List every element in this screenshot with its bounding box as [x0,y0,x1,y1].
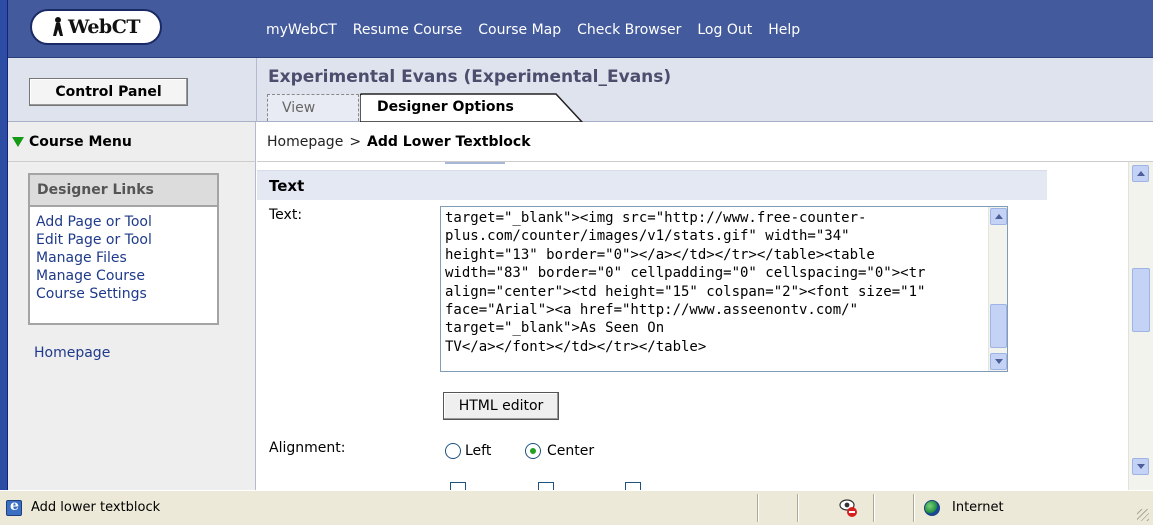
nav-log-out[interactable]: Log Out [697,22,752,38]
section-title: Text [257,170,1047,200]
nav-resume-course[interactable]: Resume Course [353,22,462,38]
status-divider [913,494,915,522]
course-menu-label: Course Menu [29,133,132,150]
chevron-down-icon [994,359,1003,364]
breadcrumb: Homepage > Add Lower Textblock [257,122,1153,162]
radio-left-label: Left [465,443,492,459]
textarea-content: target="_blank"><img src="http://www.fre… [445,210,926,355]
left-sidebar: Designer Links Add Page or Tool Edit Pag… [8,162,256,490]
webct-logo[interactable]: WebCT [30,9,162,45]
ie-page-icon [6,498,22,516]
breadcrumb-home[interactable]: Homepage [267,134,343,150]
link-course-settings[interactable]: Course Settings [36,285,211,303]
text-label: Text: [269,207,303,223]
tab-view-label: View [282,100,316,116]
link-add-page-or-tool[interactable]: Add Page or Tool [36,213,211,231]
page-scroll-thumb[interactable] [1132,268,1150,332]
nav-check-browser[interactable]: Check Browser [577,22,681,38]
course-title: Experimental Evans (Experimental_Evans) [268,67,672,87]
alignment-label: Alignment: [269,440,346,456]
top-nav: myWebCT Resume Course Course Map Check B… [266,22,800,38]
top-bar: WebCT myWebCT Resume Course Course Map C… [8,0,1153,58]
main-content: Text Text: target="_blank"><img src="htt… [257,162,1128,490]
chevron-up-icon [1136,171,1145,176]
page-scroll-down-button[interactable] [1132,458,1149,475]
tab-designer-label: Designer Options [377,99,514,115]
logo-text: WebCT [68,16,140,38]
chevron-down-icon [1136,464,1145,469]
nav-mywebct[interactable]: myWebCT [266,22,337,38]
header-divider [256,58,257,122]
breadcrumb-separator: > [349,133,362,150]
internet-zone-icon [924,500,940,516]
tab-designer-options[interactable]: Designer Options [360,93,584,122]
course-header: Control Panel Experimental Evans (Experi… [8,58,1153,122]
checkbox-partial[interactable] [450,482,466,490]
privacy-blocked-icon[interactable] [837,497,859,519]
designer-links-list: Add Page or Tool Edit Page or Tool Manag… [30,207,217,303]
logo-figure-icon [52,17,64,37]
status-text: Add lower textblock [31,500,161,515]
textarea-scroll-thumb[interactable] [990,304,1007,348]
text-textarea[interactable]: target="_blank"><img src="http://www.fre… [440,206,1008,372]
checkbox-partial[interactable] [538,482,554,490]
status-bar: Add lower textblock Internet [0,490,1153,525]
radio-center-label: Center [547,443,595,459]
page-scroll-up-button[interactable] [1132,165,1149,182]
control-panel-button[interactable]: Control Panel [29,78,188,106]
prev-element-remnant [445,162,505,164]
course-menu-toggle[interactable]: Course Menu [8,122,256,162]
textarea-scrollbar[interactable] [988,207,1007,371]
checkbox-partial[interactable] [625,482,641,490]
page-scrollbar[interactable] [1128,162,1153,490]
link-manage-course[interactable]: Manage Course [36,267,211,285]
radio-left[interactable] [445,443,461,459]
textarea-scroll-up-button[interactable] [990,208,1007,225]
radio-center[interactable] [525,443,541,459]
status-divider [873,494,875,522]
tab-view[interactable]: View [267,94,359,121]
designer-links-title: Designer Links [30,175,217,207]
nav-course-map[interactable]: Course Map [478,22,561,38]
designer-links-box: Designer Links Add Page or Tool Edit Pag… [28,173,219,325]
window-left-edge [0,0,8,525]
nav-help[interactable]: Help [768,22,800,38]
status-divider [757,494,759,522]
html-editor-button[interactable]: HTML editor [443,392,559,420]
link-manage-files[interactable]: Manage Files [36,249,211,267]
breadcrumb-current: Add Lower Textblock [367,133,531,150]
resize-grip[interactable] [1137,509,1149,521]
zone-label: Internet [952,500,1004,515]
expand-triangle-icon [12,136,24,147]
sidebar-homepage-link[interactable]: Homepage [34,345,110,361]
status-divider [797,494,799,522]
link-edit-page-or-tool[interactable]: Edit Page or Tool [36,231,211,249]
chevron-up-icon [994,214,1003,219]
textarea-scroll-down-button[interactable] [990,353,1007,370]
